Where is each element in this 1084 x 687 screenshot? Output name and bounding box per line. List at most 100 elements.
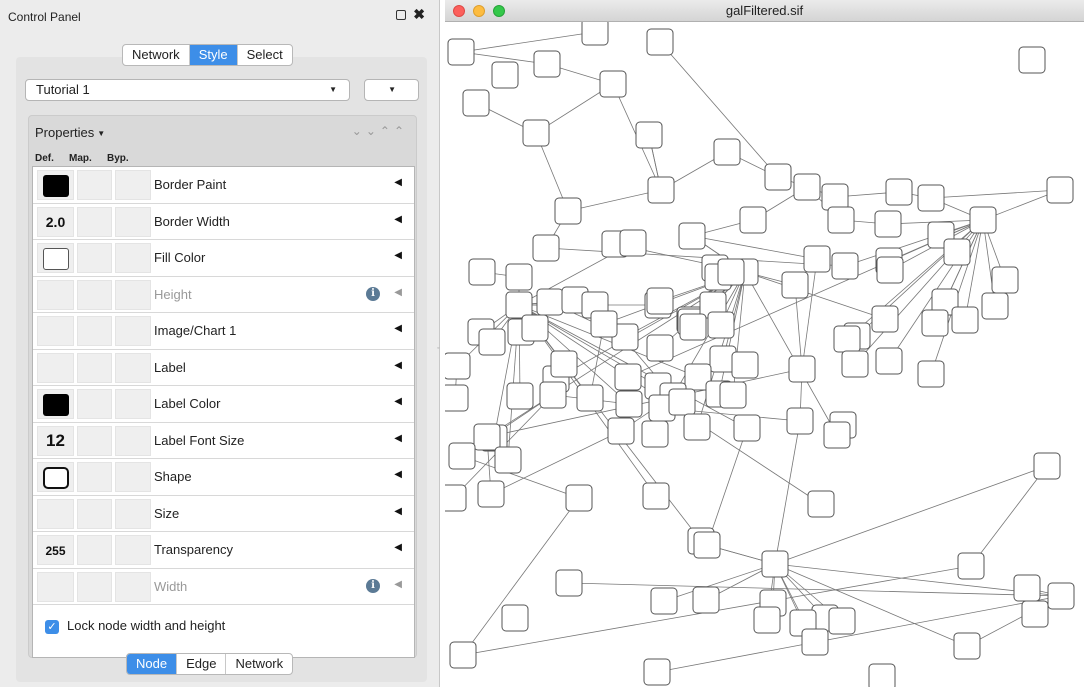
default-value-cell[interactable] — [37, 352, 74, 383]
network-node[interactable] — [448, 442, 476, 470]
network-node[interactable] — [539, 381, 567, 409]
network-node[interactable] — [828, 607, 856, 635]
network-edge[interactable] — [964, 219, 984, 321]
lock-node-size-checkbox[interactable]: ✓ — [45, 619, 59, 634]
tab-node[interactable]: Node — [127, 654, 177, 674]
network-node[interactable] — [917, 360, 945, 388]
network-node[interactable] — [473, 423, 501, 451]
network-node[interactable] — [614, 363, 642, 391]
tab-network-style[interactable]: Network — [225, 654, 292, 674]
network-node[interactable] — [801, 628, 829, 656]
property-row[interactable]: Fill Color ◀ — [33, 240, 414, 277]
network-node[interactable] — [764, 163, 792, 191]
network-node[interactable] — [951, 306, 979, 334]
mapping-cell[interactable] — [77, 571, 112, 602]
network-node[interactable] — [506, 382, 534, 410]
network-node[interactable] — [717, 258, 745, 286]
property-row[interactable]: 12 Label Font Size ◀ — [33, 423, 414, 459]
network-node[interactable] — [957, 552, 985, 580]
network-node[interactable] — [521, 314, 549, 342]
network-edge[interactable] — [545, 247, 846, 267]
default-value-cell[interactable]: 12 — [37, 425, 74, 456]
property-row[interactable]: 255 Transparency ◀ — [33, 532, 414, 569]
network-node[interactable] — [445, 484, 467, 512]
network-node[interactable] — [807, 490, 835, 518]
expand-arrow-icon[interactable]: ◀ — [394, 214, 402, 225]
network-node[interactable] — [1013, 574, 1041, 602]
network-node[interactable] — [646, 287, 674, 315]
network-node[interactable] — [823, 421, 851, 449]
property-row[interactable]: Width i ◀ — [33, 569, 414, 605]
network-node[interactable] — [477, 480, 505, 508]
network-node[interactable] — [576, 384, 604, 412]
network-node[interactable] — [731, 351, 759, 379]
mapping-cell[interactable] — [77, 243, 112, 273]
network-node[interactable] — [650, 587, 678, 615]
network-node[interactable] — [761, 550, 789, 578]
network-node[interactable] — [565, 484, 593, 512]
property-row[interactable]: Border Paint ◀ — [33, 167, 414, 204]
network-edge[interactable] — [970, 465, 1048, 567]
network-node[interactable] — [550, 350, 578, 378]
mapping-cell[interactable] — [77, 170, 112, 200]
expand-arrow-icon[interactable]: ◀ — [394, 177, 402, 188]
bypass-cell[interactable] — [115, 170, 151, 200]
properties-menu[interactable]: Properties ▼ — [35, 125, 105, 140]
network-node[interactable] — [788, 355, 816, 383]
expand-arrow-icon[interactable]: ◀ — [394, 542, 402, 553]
network-window-titlebar[interactable]: galFiltered.sif — [445, 0, 1084, 22]
network-node[interactable] — [533, 50, 561, 78]
network-node[interactable] — [468, 258, 496, 286]
bypass-cell[interactable] — [115, 243, 151, 273]
network-edge[interactable] — [706, 427, 748, 546]
expand-arrow-icon[interactable]: ◀ — [394, 469, 402, 480]
expand-arrow-icon[interactable]: ◀ — [394, 250, 402, 261]
network-node[interactable] — [679, 313, 707, 341]
mapping-cell[interactable] — [77, 316, 112, 346]
network-node[interactable] — [1018, 46, 1046, 74]
lock-node-size-option[interactable]: ✓ Lock node width and height — [45, 618, 225, 634]
network-node[interactable] — [693, 531, 721, 559]
mapping-cell[interactable] — [77, 352, 112, 383]
network-node[interactable] — [953, 632, 981, 660]
network-node[interactable] — [445, 384, 469, 412]
network-node[interactable] — [668, 388, 696, 416]
network-node[interactable] — [991, 266, 1019, 294]
network-node[interactable] — [733, 414, 761, 442]
bypass-cell[interactable] — [115, 206, 151, 237]
network-node[interactable] — [590, 310, 618, 338]
network-node[interactable] — [781, 271, 809, 299]
network-node[interactable] — [491, 61, 519, 89]
network-node[interactable] — [885, 178, 913, 206]
mapping-cell[interactable] — [77, 425, 112, 456]
network-edge[interactable] — [567, 189, 662, 212]
network-node[interactable] — [635, 121, 663, 149]
mapping-cell[interactable] — [77, 462, 112, 492]
bypass-cell[interactable] — [115, 498, 151, 529]
network-node[interactable] — [615, 390, 643, 418]
network-node[interactable] — [532, 234, 560, 262]
network-node[interactable] — [692, 586, 720, 614]
window-close-button[interactable] — [453, 5, 465, 17]
default-value-cell[interactable] — [37, 279, 74, 310]
property-row[interactable]: Label ◀ — [33, 350, 414, 386]
network-node[interactable] — [683, 413, 711, 441]
network-node[interactable] — [494, 446, 522, 474]
bypass-cell[interactable] — [115, 352, 151, 383]
network-node[interactable] — [642, 482, 670, 510]
default-value-cell[interactable] — [37, 498, 74, 529]
tab-network[interactable]: Network — [123, 45, 189, 65]
mapping-cell[interactable] — [77, 279, 112, 310]
network-node[interactable] — [969, 206, 997, 234]
expand-arrow-icon[interactable]: ◀ — [394, 396, 402, 407]
network-node[interactable] — [647, 176, 675, 204]
network-node[interactable] — [876, 256, 904, 284]
network-node[interactable] — [831, 252, 859, 280]
bypass-cell[interactable] — [115, 571, 151, 602]
network-node[interactable] — [478, 328, 506, 356]
expand-arrow-icon[interactable]: ◀ — [394, 433, 402, 444]
network-node[interactable] — [793, 173, 821, 201]
network-node[interactable] — [619, 229, 647, 257]
float-window-icon[interactable] — [395, 9, 406, 20]
mapping-cell[interactable] — [77, 206, 112, 237]
